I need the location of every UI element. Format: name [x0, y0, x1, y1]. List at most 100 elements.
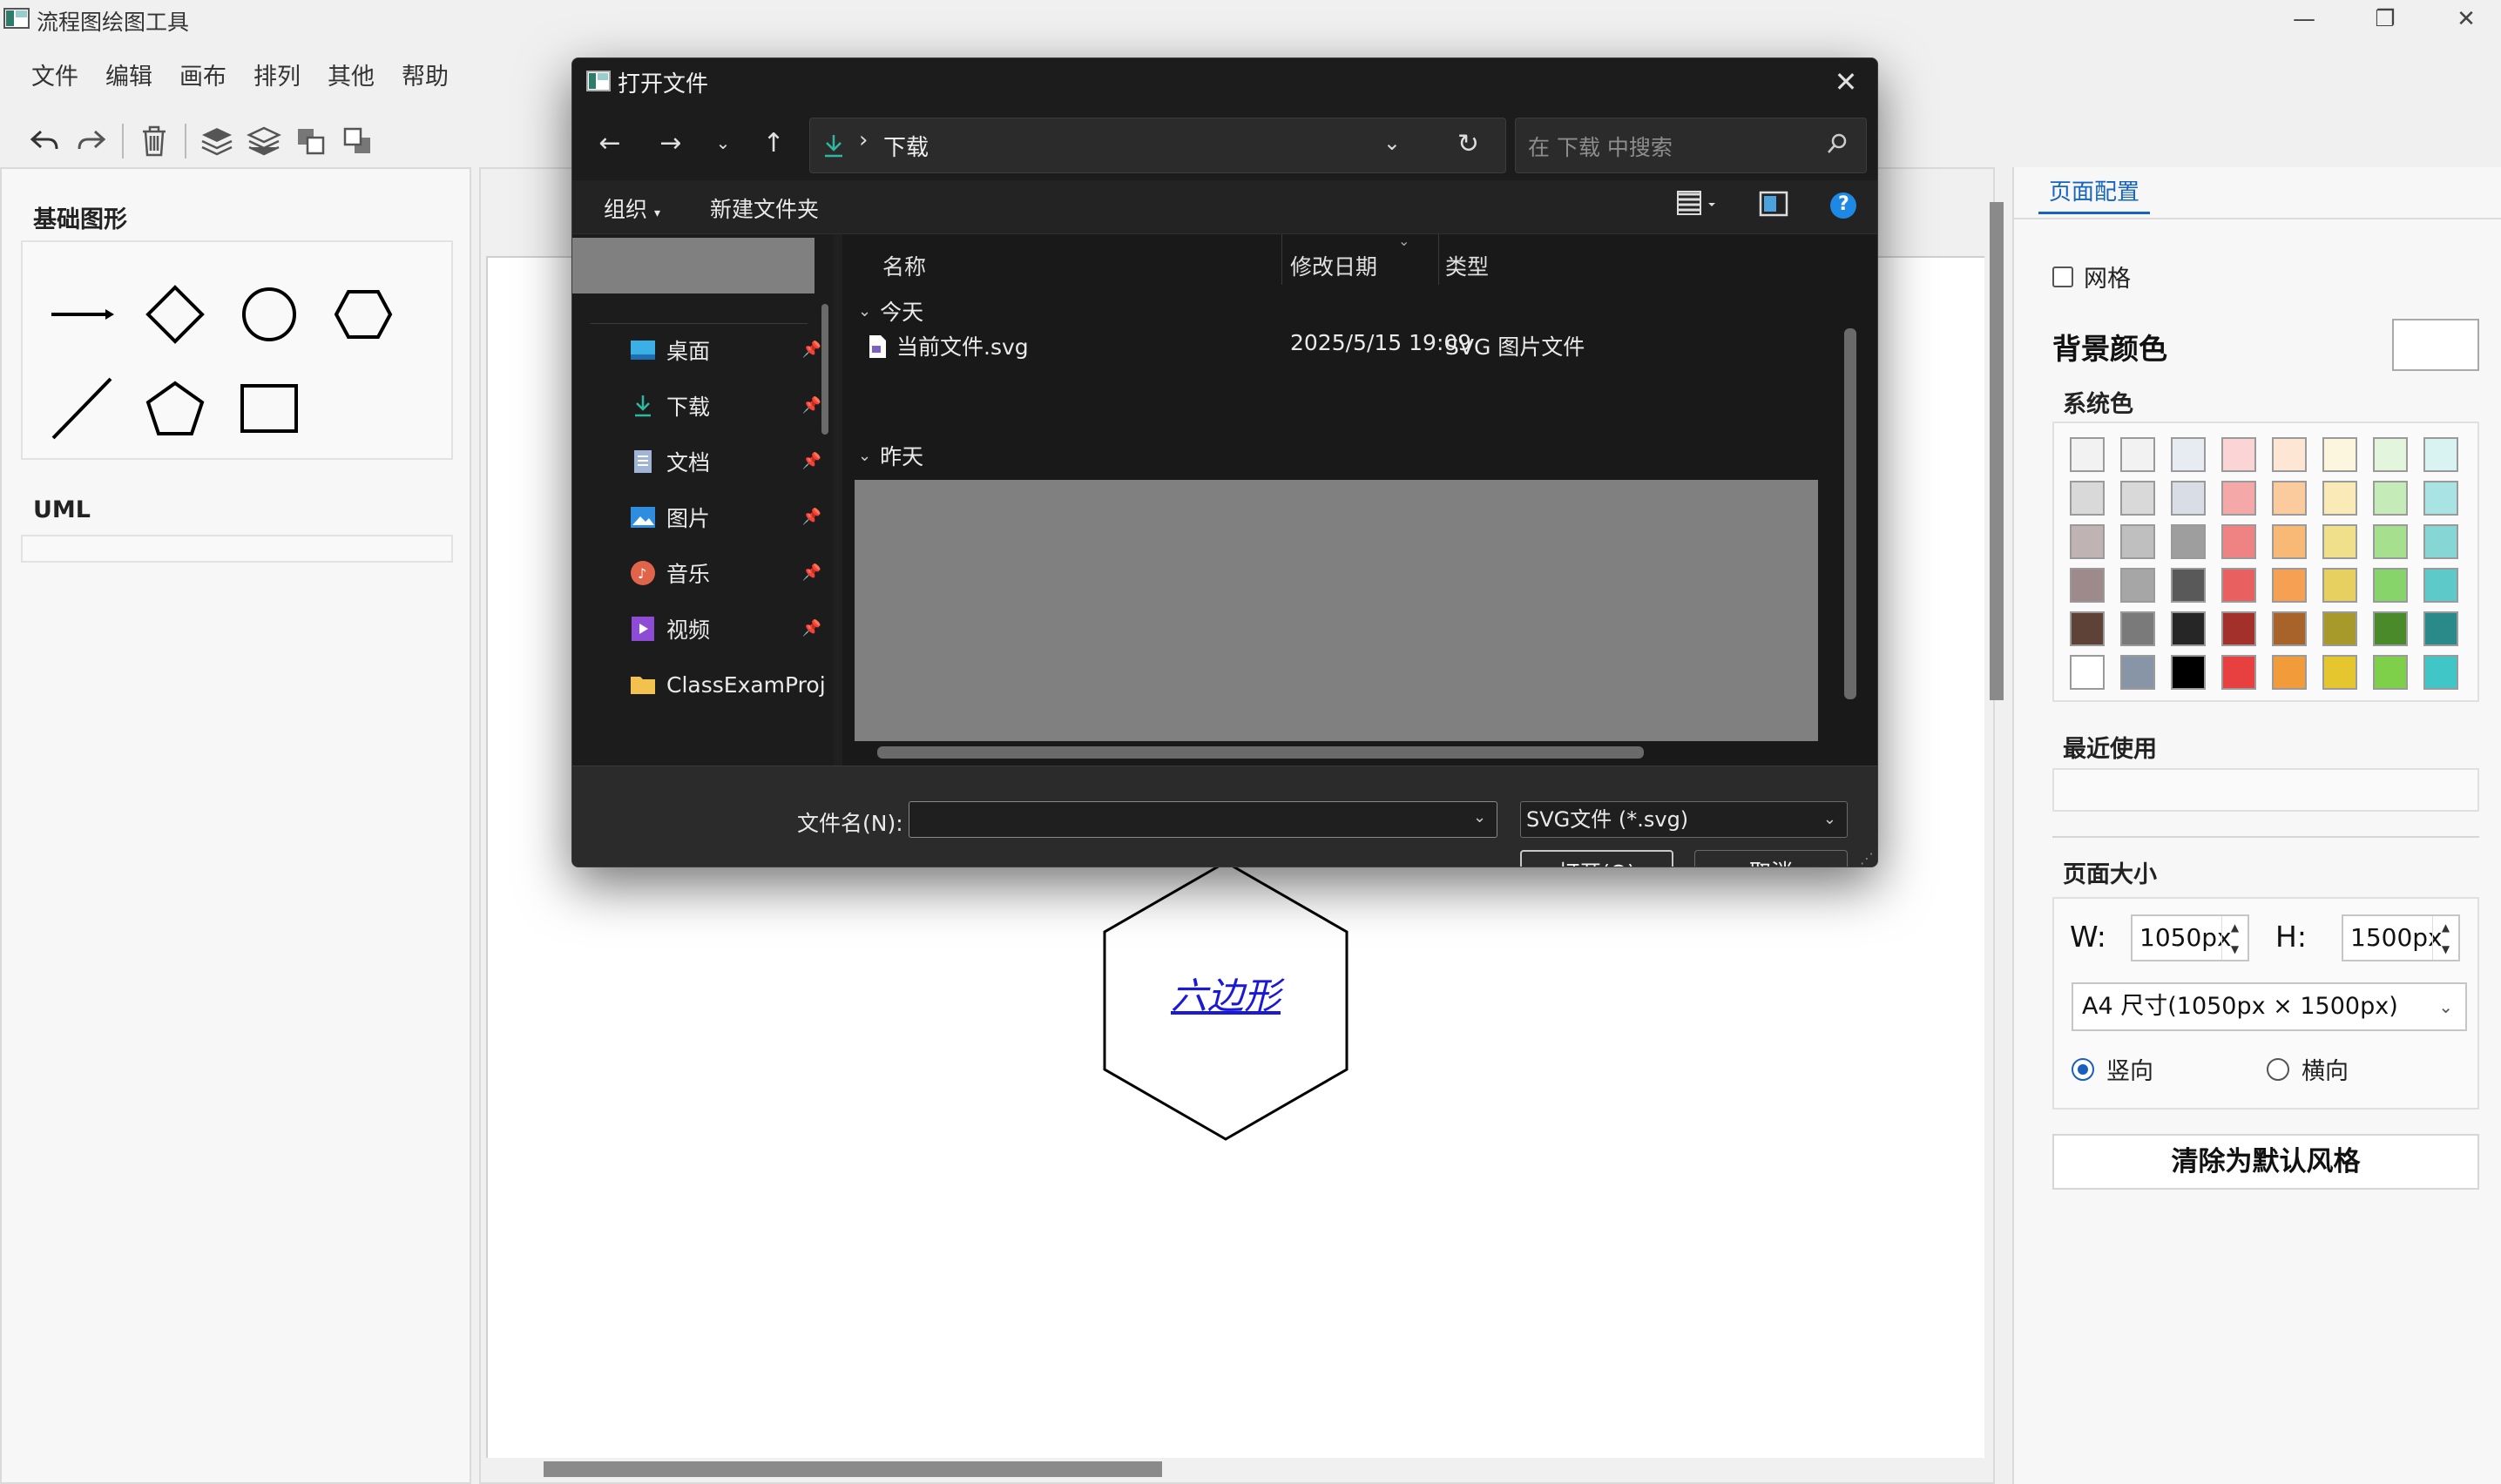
page-size-select[interactable]: A4 尺寸(1050px × 1500px) ⌄ — [2072, 982, 2467, 1031]
pin-icon[interactable]: 📌 — [802, 396, 821, 415]
spin-down-icon[interactable]: ▼ — [2433, 938, 2458, 960]
shape-diamond[interactable] — [136, 275, 214, 354]
minimize-button[interactable]: — — [2265, 0, 2343, 38]
palette-swatch[interactable] — [2171, 481, 2206, 516]
height-spinner[interactable]: ▲ ▼ — [2432, 916, 2458, 960]
palette-swatch[interactable] — [2322, 481, 2357, 516]
bg-color-swatch[interactable] — [2392, 319, 2479, 371]
palette-swatch[interactable] — [2221, 655, 2256, 690]
pin-icon[interactable]: 📌 — [802, 563, 821, 582]
palette-swatch[interactable] — [2120, 655, 2155, 690]
palette-swatch[interactable] — [2070, 481, 2105, 516]
forward-arrow-icon[interactable]: → — [649, 123, 693, 163]
grid-checkbox[interactable] — [2052, 266, 2073, 287]
pin-icon[interactable]: 📌 — [802, 452, 821, 470]
landscape-radio-row[interactable]: 横向 — [2267, 1052, 2349, 1086]
filename-input[interactable] — [909, 801, 1497, 838]
filetype-select[interactable]: SVG文件 (*.svg) ⌄ — [1520, 801, 1848, 838]
menu-arrange[interactable]: 排列 — [253, 57, 301, 98]
menu-canvas[interactable]: 画布 — [179, 57, 226, 98]
new-folder-button[interactable]: 新建文件夹 — [710, 192, 819, 224]
landscape-radio[interactable] — [2267, 1057, 2289, 1081]
filename-dropdown-icon[interactable]: ⌄ — [1473, 808, 1486, 826]
quick-access-documents[interactable]: 文档 📌 — [630, 440, 821, 483]
shape-arrow-line[interactable] — [44, 275, 122, 354]
palette-swatch[interactable] — [2171, 524, 2206, 559]
organize-button[interactable]: 组织 ▾ — [604, 192, 660, 224]
search-box[interactable]: 在 下载 中搜索 — [1515, 118, 1867, 173]
address-path[interactable]: 下载 — [883, 130, 929, 162]
palette-swatch[interactable] — [2171, 437, 2206, 472]
palette-swatch[interactable] — [2423, 611, 2458, 646]
width-input[interactable]: 1050px ▲ ▼ — [2131, 914, 2249, 961]
tab-page-config[interactable]: 页面配置 — [2038, 174, 2151, 214]
quick-access-pictures[interactable]: 图片 📌 — [630, 496, 821, 539]
address-dropdown-icon[interactable]: ⌄ — [1383, 131, 1401, 155]
bring-forward-icon[interactable] — [287, 120, 335, 162]
palette-swatch[interactable] — [2373, 524, 2408, 559]
view-options-icon[interactable] — [1675, 189, 1719, 224]
pin-icon[interactable]: 📌 — [802, 619, 821, 637]
reset-style-button[interactable]: 清除为默认风格 — [2052, 1134, 2479, 1190]
shape-rectangle[interactable] — [230, 369, 308, 448]
close-window-button[interactable]: ✕ — [2427, 0, 2501, 38]
palette-swatch[interactable] — [2171, 568, 2206, 603]
palette-swatch[interactable] — [2120, 437, 2155, 472]
dialog-close-button[interactable]: ✕ — [1825, 62, 1867, 102]
palette-swatch[interactable] — [2423, 437, 2458, 472]
menu-other[interactable]: 其他 — [328, 57, 375, 98]
menu-edit[interactable]: 编辑 — [105, 57, 152, 98]
portrait-radio-row[interactable]: 竖向 — [2072, 1052, 2153, 1086]
shape-hexagon[interactable] — [324, 275, 402, 354]
group-yesterday[interactable]: ⌄ 昨天 — [858, 440, 923, 471]
preview-pane-icon[interactable] — [1759, 191, 1788, 222]
search-icon[interactable] — [1824, 131, 1850, 157]
palette-swatch[interactable] — [2423, 481, 2458, 516]
grid-checkbox-row[interactable]: 网格 — [2052, 260, 2131, 293]
palette-swatch[interactable] — [2120, 481, 2155, 516]
file-list-horizontal-scrollbar[interactable] — [877, 746, 1644, 759]
palette-swatch[interactable] — [2120, 611, 2155, 646]
palette-swatch[interactable] — [2171, 611, 2206, 646]
open-button[interactable]: 打开(O) — [1520, 850, 1673, 867]
up-arrow-icon[interactable]: ↑ — [752, 123, 795, 163]
sidebar-scrollbar[interactable] — [821, 304, 828, 435]
back-arrow-icon[interactable]: ← — [588, 123, 632, 163]
height-input[interactable]: 1500px ▲ ▼ — [2342, 914, 2460, 961]
shape-line[interactable] — [44, 369, 122, 448]
palette-swatch[interactable] — [2423, 568, 2458, 603]
delete-icon[interactable] — [131, 120, 178, 162]
cancel-button[interactable]: 取消 — [1694, 850, 1848, 867]
pin-icon[interactable]: 📌 — [802, 341, 821, 359]
undo-icon[interactable] — [21, 120, 68, 162]
palette-swatch[interactable] — [2272, 437, 2307, 472]
send-back-layer-icon[interactable] — [240, 120, 287, 162]
quick-access-music[interactable]: ♪ 音乐 📌 — [630, 551, 821, 595]
portrait-radio[interactable] — [2072, 1057, 2094, 1081]
canvas-hexagon-label[interactable]: 六边形 — [1099, 967, 1352, 1020]
vertical-scrollbar[interactable] — [1990, 202, 2004, 700]
palette-swatch[interactable] — [2322, 655, 2357, 690]
address-bar[interactable]: › 下载 ⌄ ↻ — [809, 118, 1506, 173]
palette-swatch[interactable] — [2221, 568, 2256, 603]
shape-circle[interactable] — [230, 275, 308, 354]
help-icon[interactable]: ? — [1828, 191, 1858, 226]
resize-grip-icon[interactable]: ⋰ — [1860, 850, 1874, 867]
restore-button[interactable]: ❐ — [2346, 0, 2424, 38]
palette-swatch[interactable] — [2221, 524, 2256, 559]
palette-swatch[interactable] — [2221, 437, 2256, 472]
palette-swatch[interactable] — [2373, 568, 2408, 603]
palette-swatch[interactable] — [2070, 568, 2105, 603]
pin-icon[interactable]: 📌 — [802, 508, 821, 526]
palette-swatch[interactable] — [2322, 568, 2357, 603]
palette-swatch[interactable] — [2221, 611, 2256, 646]
menu-help[interactable]: 帮助 — [402, 57, 449, 98]
palette-swatch[interactable] — [2120, 524, 2155, 559]
menu-file[interactable]: 文件 — [31, 57, 78, 98]
palette-swatch[interactable] — [2373, 481, 2408, 516]
palette-swatch[interactable] — [2423, 655, 2458, 690]
palette-swatch[interactable] — [2373, 655, 2408, 690]
file-row[interactable]: 当前文件.svg 2025/5/15 19:09 SVG 图片文件 — [842, 330, 1827, 370]
send-backward-icon[interactable] — [335, 120, 382, 162]
quick-access-desktop[interactable]: 桌面 📌 — [630, 328, 821, 372]
